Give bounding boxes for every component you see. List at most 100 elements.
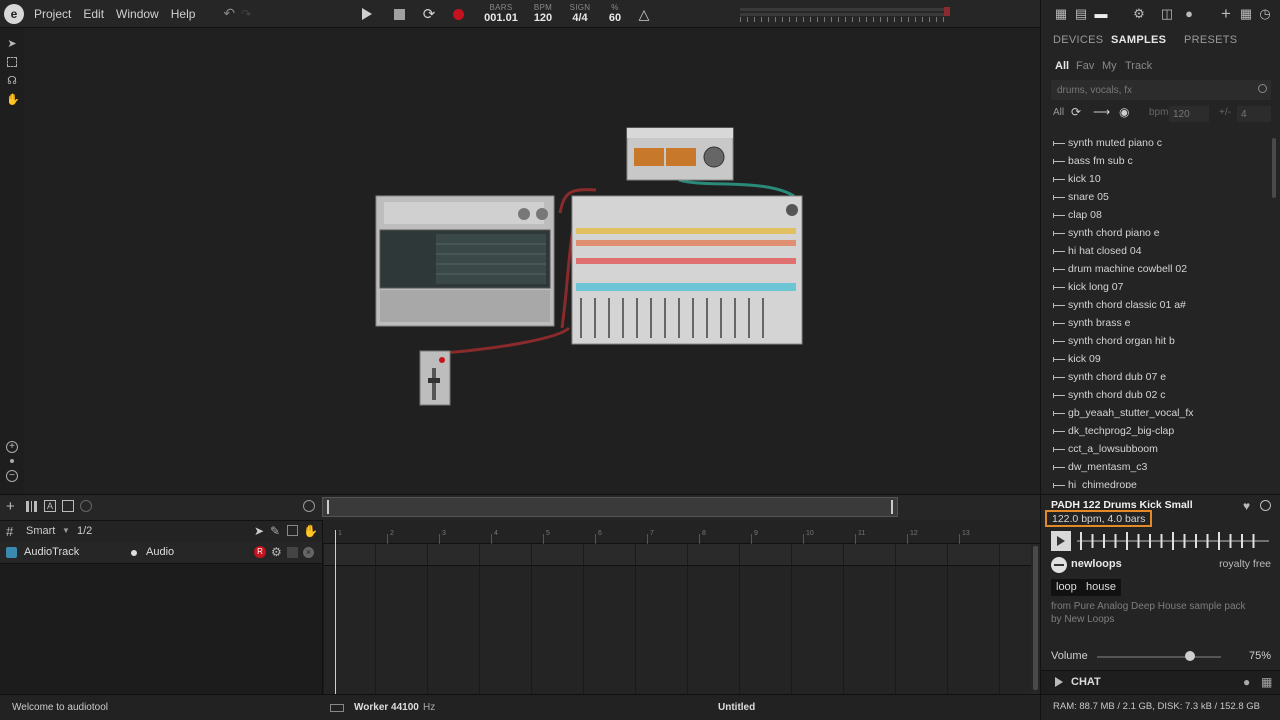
fader-device[interactable] (419, 350, 451, 406)
sample-item[interactable]: kick long 07 (1053, 278, 1123, 296)
block-icon[interactable] (1260, 500, 1271, 511)
record-button[interactable] (447, 4, 469, 24)
redo-icon[interactable]: ↷ (241, 7, 251, 21)
mixer-device[interactable] (571, 195, 803, 345)
undo-icon[interactable]: ↶ (223, 5, 235, 22)
zoom-out-icon[interactable]: − (6, 470, 18, 482)
sample-item[interactable]: kick 10 (1053, 170, 1101, 188)
chat-bar[interactable]: CHAT ● ▦ (1041, 670, 1280, 694)
volume-slider[interactable] (1097, 656, 1221, 658)
sample-list-scrollbar[interactable] (1272, 138, 1276, 198)
tab-samples[interactable]: SAMPLES (1111, 34, 1166, 46)
overview-start-handle[interactable] (327, 500, 329, 514)
volume-handle[interactable] (1185, 651, 1195, 661)
tab-presets[interactable]: PRESETS (1184, 34, 1237, 46)
tab-devices[interactable]: DEVICES (1053, 34, 1103, 46)
preview-play-button[interactable] (1051, 531, 1071, 551)
sample-item[interactable]: drum machine cowbell 02 (1053, 260, 1187, 278)
sample-item[interactable]: bass fm sub c (1053, 152, 1133, 170)
chat-label[interactable]: CHAT (1071, 676, 1101, 688)
bpm-filter-input[interactable] (1169, 106, 1209, 122)
sample-item[interactable]: synth chord classic 01 a# (1053, 296, 1186, 314)
chat-mic-icon[interactable]: ● (1243, 675, 1250, 689)
menu-help[interactable]: Help (171, 7, 196, 21)
tag-loop[interactable]: loop (1051, 579, 1082, 596)
sample-item[interactable]: kick 09 (1053, 350, 1101, 368)
menu-edit[interactable]: Edit (83, 7, 104, 21)
sample-item[interactable]: synth muted piano c (1053, 134, 1162, 152)
disabled-icon[interactable] (80, 500, 92, 512)
share-icon[interactable]: ▦ (1238, 7, 1254, 21)
filter-my[interactable]: My (1102, 60, 1117, 72)
filter-all[interactable]: All (1055, 60, 1069, 72)
connect-icon[interactable]: ◫ (1159, 7, 1175, 21)
hand-pan-icon[interactable]: ✋ (303, 524, 318, 538)
gear-icon[interactable]: ⚙ (271, 545, 282, 559)
overview-end-handle[interactable] (891, 500, 893, 514)
track-row[interactable]: AudioTrack Audio R ⚙ × (0, 542, 322, 564)
add-track-icon[interactable]: + (6, 498, 15, 515)
history-icon[interactable]: ◷ (1257, 7, 1273, 21)
signature-counter[interactable]: SIGN 4/4 (567, 3, 593, 24)
arrangement-view[interactable]: 1 2 3 4 5 6 7 8 9 10 11 12 13 (322, 520, 1041, 694)
sample-item[interactable]: synth chord dub 07 e (1053, 368, 1166, 386)
sample-item[interactable]: dw_mentasm_c3 (1053, 458, 1147, 476)
sample-item[interactable]: hi hat closed 04 (1053, 242, 1142, 260)
pointer-tool-icon[interactable]: ➤ (6, 38, 18, 50)
audio-track-lane[interactable] (323, 544, 1031, 566)
device-desktop[interactable] (24, 28, 1040, 494)
chat-popout-icon[interactable]: ▦ (1261, 675, 1272, 689)
cable-fader[interactable] (443, 326, 571, 355)
select-tool-icon[interactable] (7, 57, 17, 67)
track-name[interactable]: AudioTrack (24, 546, 79, 558)
vendor-name[interactable]: newloops (1071, 558, 1122, 570)
headphones-tool-icon[interactable]: ☊ (6, 75, 18, 87)
bars-counter[interactable]: BARS 001.01 (482, 3, 520, 24)
grid-select[interactable]: 1/2 (77, 525, 92, 537)
clip-tool-icon[interactable] (287, 525, 298, 536)
sample-item[interactable]: clap 08 (1053, 206, 1102, 224)
mute-icon[interactable] (287, 547, 298, 558)
loop-button[interactable]: ⟳ (418, 4, 440, 24)
stop-button[interactable] (388, 4, 410, 24)
synth-sequencer-device[interactable] (375, 195, 555, 327)
sample-item[interactable]: synth chord dub 02 c (1053, 386, 1165, 404)
chevron-down-icon[interactable]: ▼ (62, 526, 70, 535)
sample-search-input[interactable] (1051, 80, 1271, 100)
automation-icon[interactable]: A (44, 500, 56, 512)
arrow-tool-icon[interactable]: ➤ (254, 524, 264, 538)
play-button[interactable] (356, 4, 378, 24)
vu-meter-device[interactable] (626, 127, 734, 181)
sample-item[interactable]: synth chord piano e (1053, 224, 1160, 242)
cable-teal[interactable] (678, 178, 795, 198)
devices-icon[interactable]: ⚙ (1131, 7, 1147, 21)
edit-mode-select[interactable]: Smart (26, 525, 55, 537)
microphone-icon[interactable]: ● (1181, 7, 1197, 21)
sample-item[interactable]: synth brass e (1053, 314, 1130, 332)
sample-item[interactable]: snare 05 (1053, 188, 1109, 206)
sample-item[interactable]: synth chord organ hit b (1053, 332, 1175, 350)
bpm-counter[interactable]: BPM 120 (530, 3, 556, 24)
menu-window[interactable]: Window (116, 7, 159, 21)
close-icon[interactable]: × (303, 547, 314, 558)
playhead[interactable] (335, 530, 336, 694)
filter-type-all[interactable]: All (1053, 107, 1064, 118)
globe-icon[interactable]: ◉ (1119, 105, 1129, 119)
sample-waveform[interactable] (1077, 531, 1269, 551)
split-icon[interactable] (62, 500, 74, 512)
piano-icon[interactable] (26, 501, 37, 512)
audiotool-logo[interactable]: e (4, 3, 24, 24)
vertical-scrollbar[interactable] (1033, 546, 1038, 690)
timeline-overview[interactable] (322, 497, 898, 517)
sample-item[interactable]: hi_chimedrope (1053, 476, 1137, 488)
zoom-in-icon[interactable]: + (6, 441, 18, 453)
layout-3-icon[interactable]: ▬ (1093, 7, 1109, 21)
favorite-heart-icon[interactable]: ♥ (1243, 499, 1250, 513)
filter-track[interactable]: Track (1125, 60, 1152, 72)
metronome-button[interactable]: △ (633, 4, 655, 24)
add-icon[interactable]: + (1218, 5, 1234, 22)
search-icon[interactable] (1258, 84, 1267, 93)
menu-project[interactable]: Project (34, 7, 71, 21)
layout-1-icon[interactable]: ▦ (1053, 7, 1069, 21)
oneshot-filter-icon[interactable]: ⟶ (1093, 105, 1110, 119)
